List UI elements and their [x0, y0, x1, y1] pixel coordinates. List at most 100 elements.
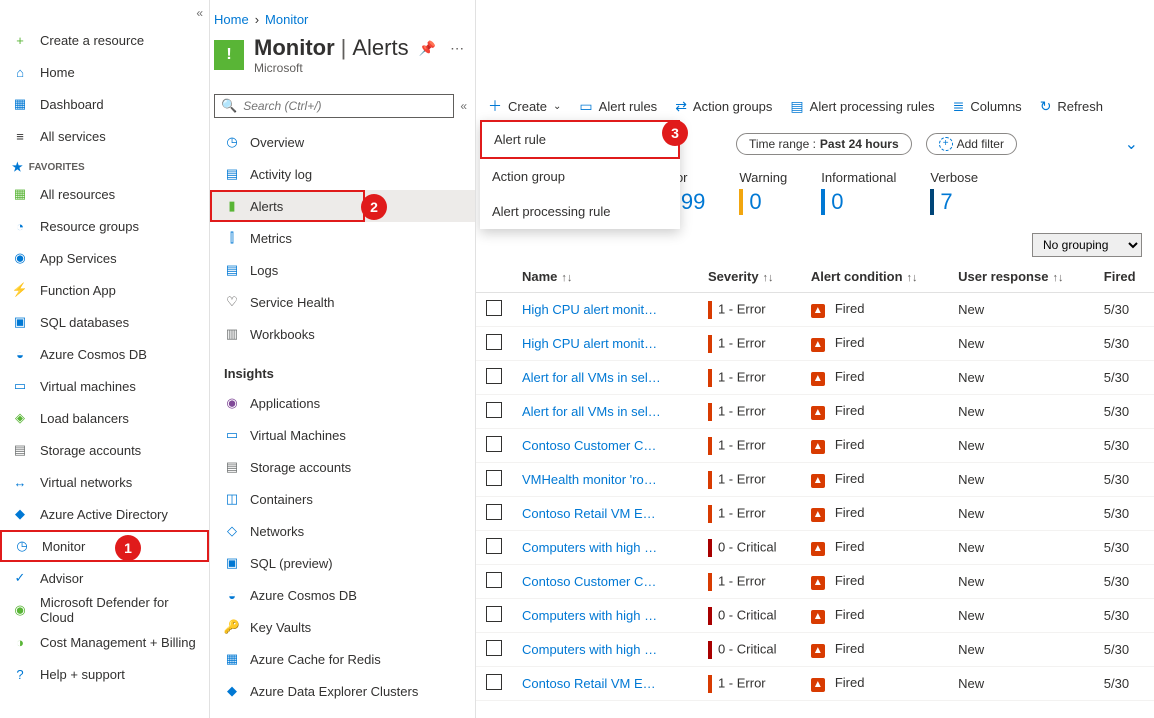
insight-item-key-vaults[interactable]: 🔑Key Vaults [210, 611, 475, 643]
alert-name-link[interactable]: High CPU alert monito… [522, 336, 662, 351]
alert-name-link[interactable]: Alert for all VMs in sel… [522, 370, 661, 385]
table-row[interactable]: Computers with high … 0 - Critical ▲Fire… [476, 599, 1154, 633]
fav-item-sql-databases[interactable]: ▣SQL databases [0, 306, 209, 338]
alert-name-link[interactable]: Contoso Customer Ch… [522, 438, 662, 453]
collapse-nav-icon[interactable]: « [196, 6, 203, 20]
col-name[interactable]: Name↑↓ [512, 261, 698, 293]
fav-item-azure-cosmos-db[interactable]: ◒Azure Cosmos DB [0, 338, 209, 370]
breadcrumb-current[interactable]: Monitor [265, 12, 308, 27]
sub-item-logs[interactable]: ▤Logs [210, 254, 475, 286]
table-row[interactable]: Contoso Retail VM Em… 1 - Error ▲Fired N… [476, 667, 1154, 701]
table-row[interactable]: Contoso Customer Ch… 1 - Error ▲Fired Ne… [476, 429, 1154, 463]
row-checkbox[interactable] [486, 504, 502, 520]
fav-item-virtual-networks[interactable]: ↔Virtual networks [0, 466, 209, 498]
fav-item-microsoft-defender-for-cloud[interactable]: ◉Microsoft Defender for Cloud [0, 594, 209, 626]
row-checkbox[interactable] [486, 606, 502, 622]
refresh-button[interactable]: ↻Refresh [1040, 98, 1103, 115]
alert-name-link[interactable]: Computers with high … [522, 608, 657, 623]
alert-name-link[interactable]: High CPU alert monito… [522, 302, 662, 317]
row-checkbox[interactable] [486, 640, 502, 656]
fav-item-advisor[interactable]: ✓Advisor [0, 562, 209, 594]
nav-item-0[interactable]: +Create a resource [0, 24, 209, 56]
fav-item-azure-active-directory[interactable]: ◆Azure Active Directory [0, 498, 209, 530]
fav-item-virtual-machines[interactable]: ▭Virtual machines [0, 370, 209, 402]
alert-name-link[interactable]: VMHealth monitor 'ro… [522, 472, 657, 487]
search-input[interactable] [243, 99, 447, 113]
more-icon[interactable]: ⋯ [446, 40, 468, 57]
nav-item-2[interactable]: ▦Dashboard [0, 88, 209, 120]
time-range-filter[interactable]: Time range : Past 24 hours [736, 133, 912, 155]
col-severity[interactable]: Severity↑↓ [698, 261, 801, 293]
sub-item-alerts[interactable]: ▮Alerts2 [210, 190, 475, 222]
alert-rules-button[interactable]: ▭Alert rules [579, 98, 657, 115]
insight-item-networks[interactable]: ◇Networks [210, 515, 475, 547]
row-checkbox[interactable] [486, 368, 502, 384]
nav-item-3[interactable]: ≡All services [0, 120, 209, 152]
sub-item-metrics[interactable]: ⫿Metrics [210, 222, 475, 254]
insight-item-storage-accounts[interactable]: ▤Storage accounts [210, 451, 475, 483]
alert-name-link[interactable]: Computers with high … [522, 540, 657, 555]
insight-item-containers[interactable]: ◫Containers [210, 483, 475, 515]
table-row[interactable]: Alert for all VMs in sel… 1 - Error ▲Fir… [476, 361, 1154, 395]
alert-name-link[interactable]: Contoso Retail VM Em… [522, 676, 662, 691]
add-filter-button[interactable]: +Add filter [926, 133, 1017, 155]
table-row[interactable]: Contoso Customer Ch… 1 - Error ▲Fired Ne… [476, 565, 1154, 599]
table-row[interactable]: Computers with high … 0 - Critical ▲Fire… [476, 531, 1154, 565]
table-row[interactable]: High CPU alert monito… 1 - Error ▲Fired … [476, 293, 1154, 327]
nav-item-1[interactable]: ⌂Home [0, 56, 209, 88]
sub-item-service-health[interactable]: ♡Service Health [210, 286, 475, 318]
create-processing-rule-item[interactable]: Alert processing rule [480, 194, 680, 229]
columns-button[interactable]: ≣Columns [953, 98, 1022, 115]
resource-search[interactable]: 🔍 [214, 94, 454, 118]
row-checkbox[interactable] [486, 572, 502, 588]
insight-item-azure-cosmos-db[interactable]: ◒Azure Cosmos DB [210, 579, 475, 611]
table-row[interactable]: Alert for all VMs in sel… 1 - Error ▲Fir… [476, 395, 1154, 429]
processing-rules-button[interactable]: ▤Alert processing rules [790, 98, 934, 115]
fav-item-monitor[interactable]: ◷Monitor1 [0, 530, 209, 562]
action-groups-button[interactable]: ⇄Action groups [675, 98, 772, 115]
summary-informational[interactable]: Informational0 [821, 170, 896, 215]
insight-item-azure-data-explorer-clusters[interactable]: ◆Azure Data Explorer Clusters [210, 675, 475, 707]
create-action-group-item[interactable]: Action group [480, 159, 680, 194]
sub-item-activity-log[interactable]: ▤Activity log [210, 158, 475, 190]
insight-item-sql-preview-[interactable]: ▣SQL (preview) [210, 547, 475, 579]
collapse-submenu-icon[interactable]: « [460, 99, 467, 113]
fav-item-app-services[interactable]: ◉App Services [0, 242, 209, 274]
fav-item-load-balancers[interactable]: ◈Load balancers [0, 402, 209, 434]
fav-item-resource-groups[interactable]: ◔Resource groups [0, 210, 209, 242]
sub-item-overview[interactable]: ◷Overview [210, 126, 475, 158]
sub-item-workbooks[interactable]: ▥Workbooks [210, 318, 475, 350]
insight-item-azure-cache-for-redis[interactable]: ▦Azure Cache for Redis [210, 643, 475, 675]
row-checkbox[interactable] [486, 402, 502, 418]
row-checkbox[interactable] [486, 436, 502, 452]
row-checkbox[interactable] [486, 334, 502, 350]
alert-name-link[interactable]: Alert for all VMs in sel… [522, 404, 661, 419]
grouping-select[interactable]: No grouping [1032, 233, 1142, 257]
fav-item-all-resources[interactable]: ▦All resources [0, 178, 209, 210]
fav-item-cost-management-billing[interactable]: ◑Cost Management + Billing [0, 626, 209, 658]
pin-icon[interactable]: 📌 [415, 40, 440, 57]
insight-item-applications[interactable]: ◉Applications [210, 387, 475, 419]
table-row[interactable]: VMHealth monitor 'ro… 1 - Error ▲Fired N… [476, 463, 1154, 497]
alert-name-link[interactable]: Contoso Retail VM Em… [522, 506, 662, 521]
insight-item-virtual-machines[interactable]: ▭Virtual Machines [210, 419, 475, 451]
breadcrumb-home[interactable]: Home [214, 12, 249, 27]
summary-warning[interactable]: Warning0 [739, 170, 787, 215]
row-checkbox[interactable] [486, 538, 502, 554]
fav-item-function-app[interactable]: ⚡Function App [0, 274, 209, 306]
row-checkbox[interactable] [486, 470, 502, 486]
col-fired[interactable]: Fired [1094, 261, 1154, 293]
col-condition[interactable]: Alert condition↑↓ [801, 261, 948, 293]
fav-item-storage-accounts[interactable]: ▤Storage accounts [0, 434, 209, 466]
create-button[interactable]: ＋Create⌄ [488, 96, 561, 116]
row-checkbox[interactable] [486, 300, 502, 316]
fav-item-help-support[interactable]: ?Help + support [0, 658, 209, 690]
row-checkbox[interactable] [486, 674, 502, 690]
summary-verbose[interactable]: Verbose7 [930, 170, 978, 215]
table-row[interactable]: High CPU alert monito… 1 - Error ▲Fired … [476, 327, 1154, 361]
alert-name-link[interactable]: Computers with high … [522, 642, 657, 657]
collapse-summary-icon[interactable]: ⌄ [1125, 134, 1138, 154]
create-alert-rule-item[interactable]: Alert rule 3 [480, 120, 680, 159]
table-row[interactable]: Contoso Retail VM Em… 1 - Error ▲Fired N… [476, 497, 1154, 531]
alert-name-link[interactable]: Contoso Customer Ch… [522, 574, 662, 589]
